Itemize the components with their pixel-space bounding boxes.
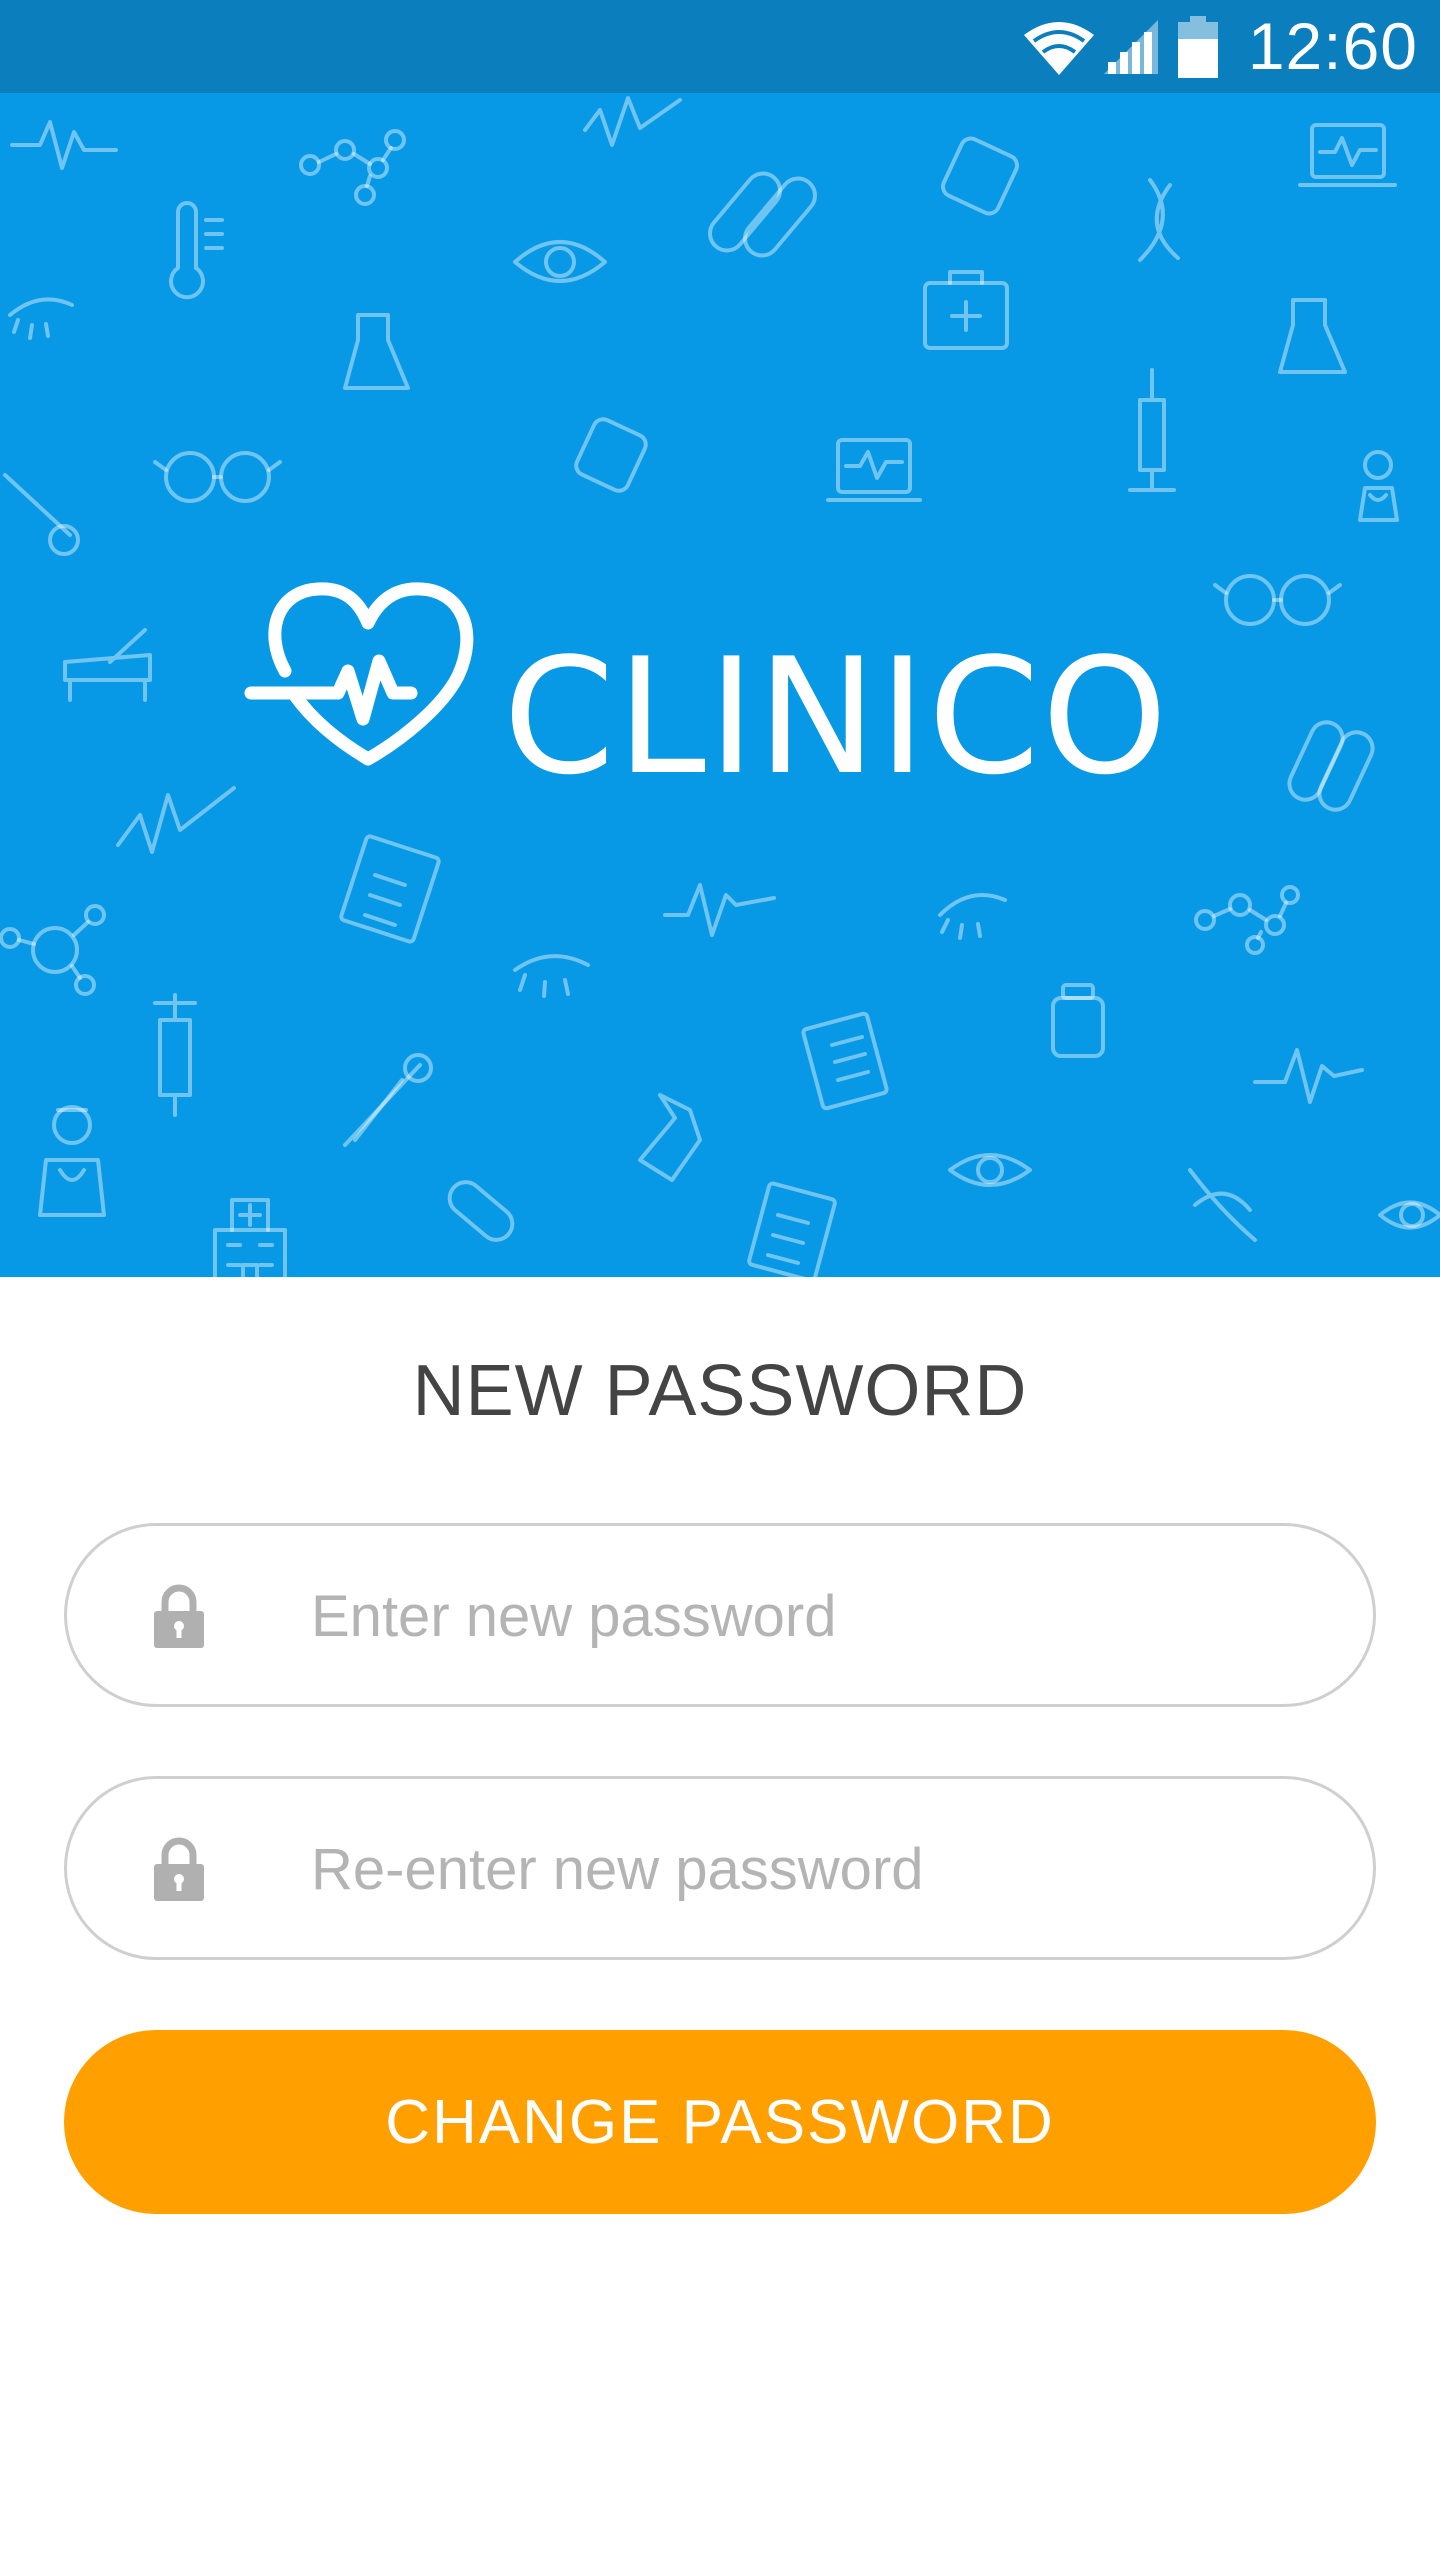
heart-pulse-icon bbox=[244, 582, 474, 766]
battery-icon bbox=[1177, 15, 1218, 78]
brand-logo: CLINICO bbox=[243, 561, 1203, 861]
cellular-signal-icon bbox=[1103, 19, 1158, 74]
hero-banner: CLINICO bbox=[0, 93, 1440, 1277]
lock-icon bbox=[154, 1584, 204, 1648]
change-password-button[interactable]: CHANGE PASSWORD bbox=[64, 2030, 1376, 2214]
wifi-icon bbox=[1023, 21, 1094, 75]
lock-icon bbox=[154, 1837, 204, 1901]
new-password-input[interactable] bbox=[311, 1566, 1311, 1666]
status-bar: 12:60 bbox=[0, 0, 1440, 93]
confirm-password-field[interactable] bbox=[64, 1776, 1376, 1960]
new-password-field[interactable] bbox=[64, 1523, 1376, 1707]
page-title: NEW PASSWORD bbox=[412, 1351, 1028, 1431]
status-icons: 12:60 bbox=[1022, 0, 1440, 93]
confirm-password-input[interactable] bbox=[311, 1819, 1311, 1919]
brand-name: CLINICO bbox=[503, 623, 1170, 810]
status-time: 12:60 bbox=[1247, 9, 1418, 83]
